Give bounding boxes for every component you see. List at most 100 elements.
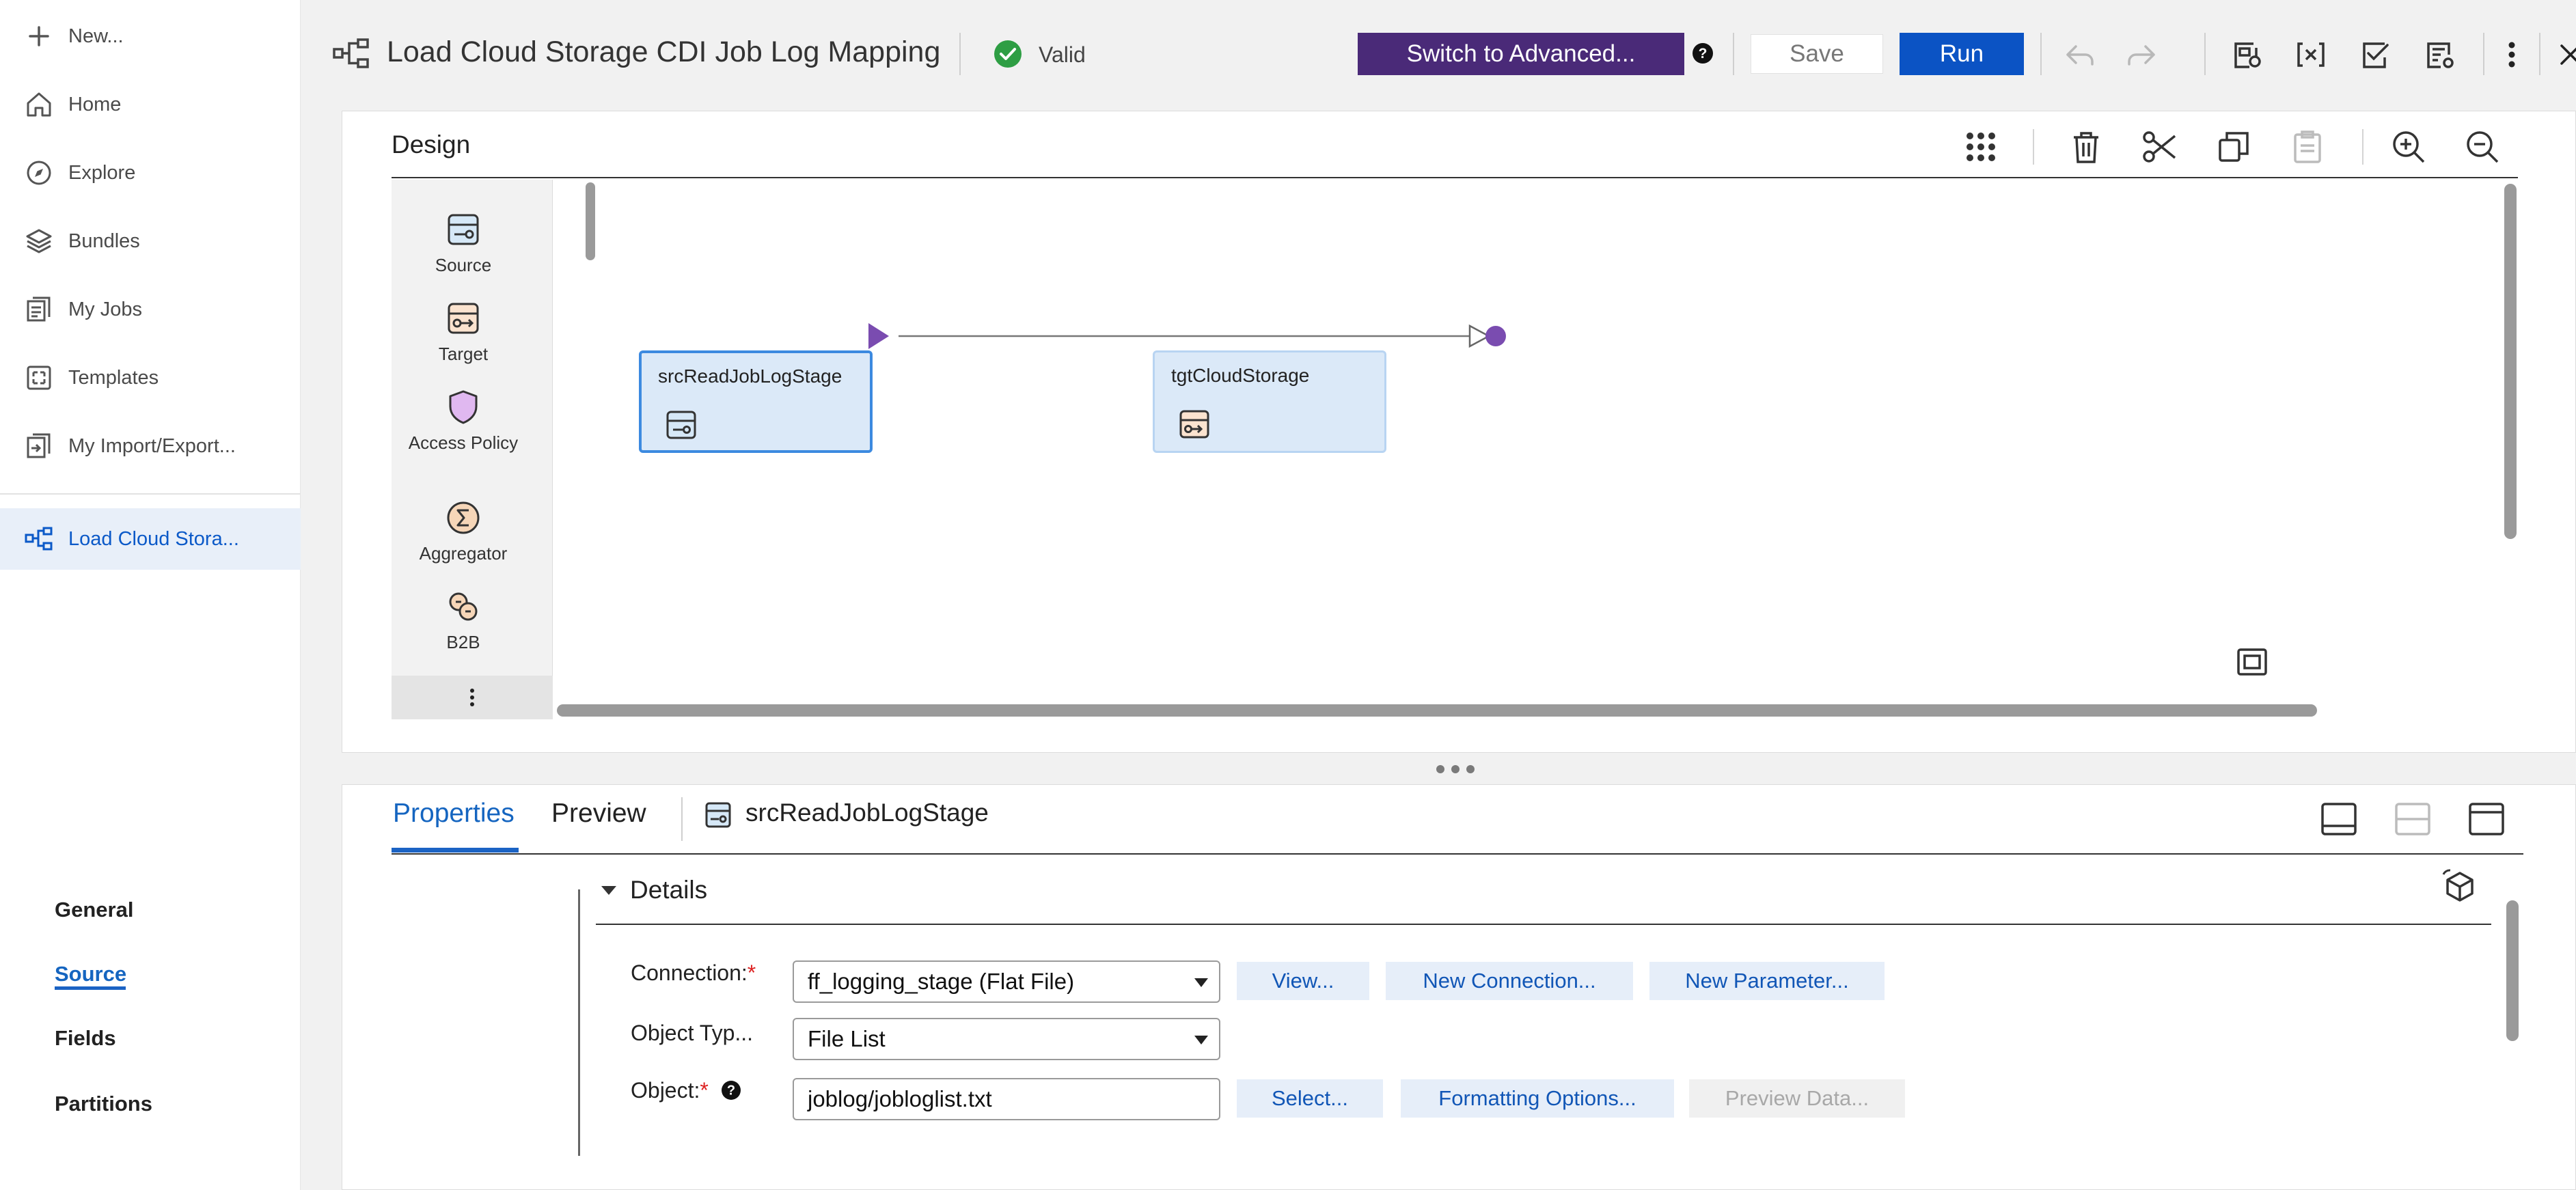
nav-item-label: Load Cloud Stora... <box>68 527 239 550</box>
help-icon[interactable]: ? <box>720 1079 742 1101</box>
save-button[interactable]: Save <box>1751 34 1883 74</box>
expression-icon[interactable] <box>2293 37 2329 72</box>
selected-node-name: srcReadJobLogStage <box>745 799 989 827</box>
maximize-panel-icon[interactable] <box>2466 800 2507 838</box>
header-divider <box>2483 33 2484 75</box>
palette-more-button[interactable] <box>392 676 553 719</box>
new-connection-button[interactable]: New Connection... <box>1386 962 1633 1000</box>
canvas-horizontal-scrollbar[interactable] <box>557 704 2317 717</box>
switch-to-advanced-button[interactable]: Switch to Advanced... <box>1358 33 1684 75</box>
side-tab-source[interactable]: Source <box>55 962 126 986</box>
caret-down-icon <box>601 885 616 895</box>
connection-select[interactable]: ff_logging_stage (Flat File) <box>793 960 1220 1003</box>
properties-header-rule <box>392 853 2523 855</box>
side-tab-partitions[interactable]: Partitions <box>55 1092 152 1116</box>
palette-item-access-policy[interactable]: Access Policy <box>392 387 535 454</box>
zoom-in-icon[interactable] <box>2388 126 2429 167</box>
side-tab-divider <box>578 889 580 1156</box>
nav-item-templates[interactable]: Templates <box>0 347 301 409</box>
side-tab-fields[interactable]: Fields <box>55 1026 116 1051</box>
canvas-vertical-scrollbar[interactable] <box>2504 184 2517 539</box>
design-panel: Design Source Target Access Policy Aggre… <box>342 111 2576 753</box>
validate-icon[interactable] <box>2357 37 2393 72</box>
view-connection-button[interactable]: View... <box>1237 962 1369 1000</box>
nav-item-label: My Jobs <box>68 298 142 320</box>
nav-item-explore[interactable]: Explore <box>0 142 301 204</box>
redo-icon[interactable] <box>2124 37 2159 72</box>
object-value: joblog/jobloglist.txt <box>808 1086 992 1111</box>
select-object-button[interactable]: Select... <box>1237 1079 1383 1118</box>
details-section-toggle[interactable]: Details <box>601 876 707 904</box>
cut-icon[interactable] <box>2139 126 2180 167</box>
object-input[interactable]: joblog/jobloglist.txt <box>793 1078 1220 1120</box>
more-vertical-icon[interactable] <box>2494 37 2530 72</box>
svg-text:?: ? <box>1699 46 1708 61</box>
cube-icon[interactable] <box>2439 868 2479 906</box>
split-view-icon[interactable] <box>2392 800 2433 838</box>
nav-item-load-cloud-storage[interactable]: Load Cloud Stora... <box>0 508 301 570</box>
source-icon <box>704 801 732 829</box>
palette-item-source[interactable]: Source <box>392 210 535 277</box>
tab-divider <box>681 797 683 841</box>
object-type-select[interactable]: File List <box>793 1018 1220 1060</box>
compass-icon <box>22 156 56 190</box>
palette-scrollbar[interactable] <box>586 182 595 260</box>
toolbar-divider <box>2033 129 2034 165</box>
paste-icon[interactable] <box>2287 126 2328 167</box>
required-marker: * <box>700 1078 709 1103</box>
palette-item-label: Target <box>438 344 489 364</box>
undo-icon[interactable] <box>2062 37 2098 72</box>
connection-value: ff_logging_stage (Flat File) <box>808 969 1075 994</box>
templates-icon <box>22 361 56 395</box>
nav-new-button[interactable]: New... <box>0 5 301 67</box>
node-src-read-job-log-stage[interactable]: srcReadJobLogStage <box>639 350 873 453</box>
output-port[interactable] <box>868 323 889 349</box>
import-export-icon <box>22 429 56 463</box>
palette-item-b2b[interactable]: B2B <box>392 587 535 654</box>
left-navigation: New... Home Explore Bundles My Jobs Temp… <box>0 0 301 1190</box>
tab-preview[interactable]: Preview <box>551 799 646 829</box>
palette-item-label: Aggregator <box>419 543 508 564</box>
delete-icon[interactable] <box>2066 126 2107 167</box>
more-vertical-icon <box>468 687 476 708</box>
mapping-properties-icon[interactable] <box>2422 37 2457 72</box>
fit-to-screen-icon[interactable] <box>2235 647 2269 677</box>
nav-item-home[interactable]: Home <box>0 74 301 135</box>
copy-icon[interactable] <box>2213 126 2254 167</box>
nav-item-bundles[interactable]: Bundles <box>0 210 301 272</box>
nav-item-import-export[interactable]: My Import/Export... <box>0 415 301 477</box>
transformation-palette: Source Target Access Policy Aggregator B… <box>392 180 595 719</box>
arrange-grid-icon[interactable] <box>1960 126 2001 167</box>
preview-data-button[interactable]: Preview Data... <box>1689 1079 1905 1118</box>
palette-item-label: Source <box>435 255 492 275</box>
nav-new-label: New... <box>68 25 124 47</box>
nav-item-my-jobs[interactable]: My Jobs <box>0 279 301 340</box>
node-label: tgtCloudStorage <box>1171 365 1310 386</box>
formatting-options-button[interactable]: Formatting Options... <box>1401 1079 1674 1118</box>
nav-divider <box>0 493 301 495</box>
tab-properties[interactable]: Properties <box>393 799 515 829</box>
design-title: Design <box>392 130 471 158</box>
input-port[interactable] <box>1485 326 1506 346</box>
palette-item-target[interactable]: Target <box>392 299 535 365</box>
new-parameter-button[interactable]: New Parameter... <box>1649 962 1885 1000</box>
page-title: Load Cloud Storage CDI Job Log Mapping <box>387 36 941 68</box>
shield-icon <box>443 387 483 427</box>
dock-bottom-icon[interactable] <box>2318 800 2359 838</box>
properties-vertical-scrollbar[interactable] <box>2506 900 2519 1041</box>
plus-icon <box>22 19 56 53</box>
node-tgt-cloud-storage[interactable]: tgtCloudStorage <box>1153 350 1386 453</box>
check-circle-icon <box>994 40 1022 68</box>
help-icon[interactable]: ? <box>1692 42 1714 64</box>
palette-item-aggregator[interactable]: Aggregator <box>392 498 535 565</box>
panel-resize-handle[interactable] <box>1434 761 1477 777</box>
target-icon <box>1178 409 1211 440</box>
side-tab-general[interactable]: General <box>55 898 133 922</box>
active-tab-underline <box>392 848 519 853</box>
design-header-rule <box>392 177 2518 178</box>
zoom-out-icon[interactable] <box>2462 126 2503 167</box>
close-icon[interactable] <box>2553 37 2576 72</box>
run-button[interactable]: Run <box>1900 33 2024 75</box>
object-type-value: File List <box>808 1026 886 1051</box>
parameters-icon[interactable] <box>2229 37 2264 72</box>
